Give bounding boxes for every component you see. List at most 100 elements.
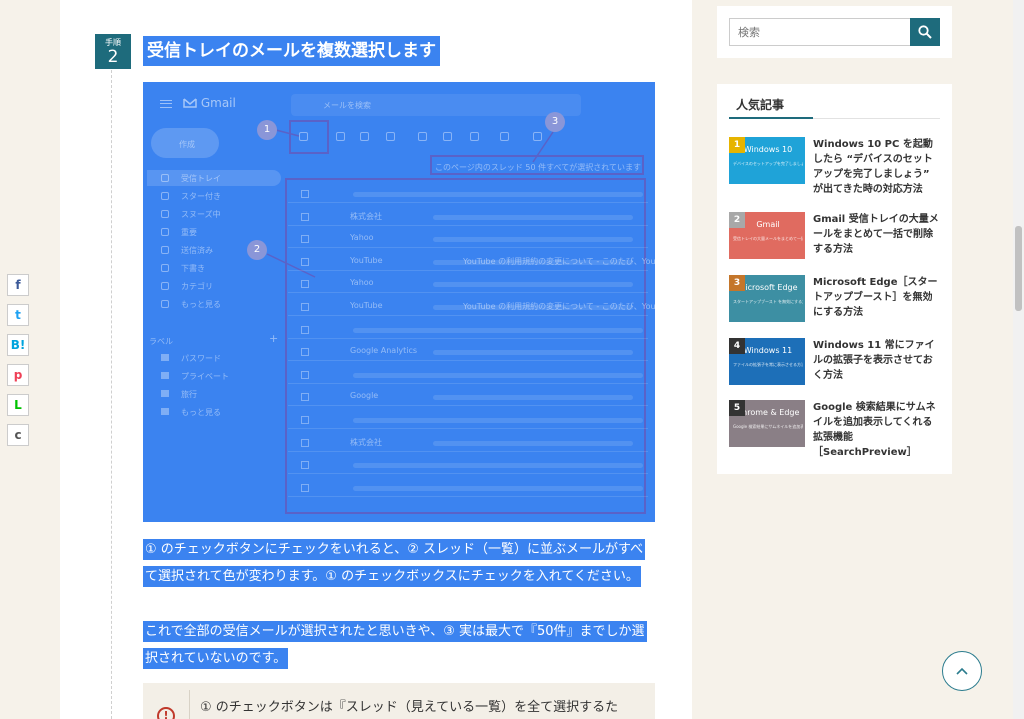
alert-icon: !: [157, 707, 175, 719]
gmail-row-checkbox: [301, 348, 309, 357]
gmail-row-snippet: [433, 237, 633, 243]
gmail-nav-item: カテゴリ: [181, 282, 213, 291]
gmail-row-checkbox: [301, 393, 309, 402]
gmail-row-snippet: [433, 214, 633, 220]
gmail-row-sender: 株式会社: [350, 211, 382, 221]
gmail-label-item: プライベート: [181, 372, 229, 381]
gmail-nav-item: 下書き: [181, 264, 205, 273]
paragraph-1: ① のチェックボタンにチェックをいれると、② スレッド（一覧）に並ぶメールがすべ…: [143, 536, 655, 590]
note-text: ① のチェックボタンは『スレッド（見えている一覧）を全て選択するた: [200, 700, 619, 715]
search-icon: [918, 25, 932, 39]
popular-title-accent: [729, 117, 813, 119]
popular-post-thumbnail[interactable]: Gmail受信トレイの大量メールをまとめて一括で削除する方法2: [729, 212, 805, 259]
popular-post-title-link[interactable]: Gmail 受信トレイの大量メールをまとめて一括で削除する方法: [813, 212, 940, 257]
gmail-row-checkbox: [301, 370, 309, 379]
gmail-row-checkbox: [301, 212, 309, 221]
gmail-nav-icon: [161, 228, 169, 236]
rank-badge: 2: [729, 212, 745, 228]
thumbnail-subtitle: ファイルの拡張子を常に表示させる方法: [733, 362, 803, 367]
share-line-button[interactable]: L: [7, 394, 29, 416]
gmail-row-sender: Google: [350, 391, 379, 401]
gmail-label-icon: [161, 372, 169, 379]
callout-1: 1: [257, 120, 277, 140]
popular-post-title-link[interactable]: Windows 10 PC を起動したら “デバイスのセットアップを完了しましょ…: [813, 137, 940, 197]
popular-post-title-link[interactable]: Google 検索結果にサムネイルを追加表示してくれる拡張機能［SearchPr…: [813, 400, 940, 460]
sidebar-search-button[interactable]: [910, 18, 940, 46]
popular-posts-title: 人気記事: [736, 98, 785, 112]
gmail-row-sender: 株式会社: [350, 437, 382, 447]
gmail-nav-item: 受信トレイ: [181, 174, 221, 183]
gmail-nav-item: 重要: [181, 228, 197, 237]
gmail-nav-item: スター付き: [181, 192, 221, 201]
popular-post-item[interactable]: Chrome & Edge Google 検索結果にサムネイルを追加表示 5 Goog…: [729, 400, 940, 458]
popular-post-item[interactable]: Microsoft Edge スタートアップブースト を無効にする方法 3 Micro…: [729, 275, 940, 323]
gmail-screenshot-figure: Gmail メールを検索 作成 ラベル + このページ内のスレッド 50 件すべ…: [143, 82, 655, 522]
gmail-row-snippet: [353, 192, 643, 197]
callout-3: 3: [545, 112, 565, 132]
gmail-label-icon: [161, 354, 169, 361]
gmail-label-icon: [161, 390, 169, 397]
popular-post-item[interactable]: Windows 11 ファイルの拡張子を常に表示させる方法 4 Windows 11 …: [729, 338, 940, 386]
gmail-nav-icon: [161, 192, 169, 200]
note-divider: [189, 690, 190, 719]
share-twitter-button[interactable]: t: [7, 304, 29, 326]
popular-post-thumbnail[interactable]: Windows 10 デバイスのセットアップを完了しましょう 1: [729, 137, 805, 184]
step-guide-line: [111, 60, 112, 719]
gmail-row-checkbox: [301, 235, 309, 244]
gmail-toolbar-icon: [336, 132, 345, 141]
gmail-toolbar-icon: [533, 132, 542, 141]
gmail-row-divider: [288, 247, 648, 249]
gmail-row-divider: [288, 269, 648, 271]
gmail-row-divider: [288, 382, 648, 384]
sidebar-search-input[interactable]: [729, 18, 911, 46]
gmail-row-divider: [288, 292, 648, 294]
popular-post-title-link[interactable]: Windows 11 常にファイルの拡張子を表示させておく方法: [813, 338, 940, 383]
share-hatena-button[interactable]: B!: [7, 334, 29, 356]
gmail-row-divider: [288, 202, 648, 203]
gmail-nav-icon: [161, 210, 169, 218]
share-pocket-button[interactable]: p: [7, 364, 29, 386]
gmail-nav-icon: [161, 264, 169, 272]
share-facebook-button[interactable]: f: [7, 274, 29, 296]
gmail-row-divider: [288, 405, 648, 407]
gmail-label-item: 旅行: [181, 390, 197, 399]
gmail-row-divider: [288, 360, 648, 362]
gmail-row-divider: [288, 428, 648, 429]
gmail-row-snippet: [433, 395, 633, 401]
popular-post-thumbnail[interactable]: Chrome & Edge Google 検索結果にサムネイルを追加表示 5: [729, 400, 805, 447]
popular-post-item[interactable]: Gmail受信トレイの大量メールをまとめて一括で削除する方法2Gmail 受信ト…: [729, 212, 940, 260]
gmail-row-checkbox: [301, 461, 309, 470]
gmail-row-sender: Yahoo: [350, 233, 374, 243]
gmail-row-snippet: [353, 418, 643, 423]
popular-post-thumbnail[interactable]: Microsoft Edge スタートアップブースト を無効にする方法 3: [729, 275, 805, 322]
gmail-row-snippet: [433, 282, 633, 288]
thumbnail-subtitle: Google 検索結果にサムネイルを追加表示: [733, 424, 803, 429]
page-scrollbar-thumb[interactable]: [1015, 226, 1022, 311]
popular-post-item[interactable]: Windows 10 デバイスのセットアップを完了しましょう 1 Windows 10…: [729, 137, 940, 195]
chevron-up-icon: [956, 667, 968, 675]
rank-badge: 3: [729, 275, 745, 291]
gmail-row-divider: [288, 337, 648, 339]
gmail-toolbar-icon: [299, 132, 308, 141]
thumbnail-subtitle: デバイスのセットアップを完了しましょう: [733, 161, 803, 166]
popular-post-title-link[interactable]: Microsoft Edge［スタートアップブースト］を無効にする方法: [813, 275, 940, 320]
gmail-row-checkbox: [301, 483, 309, 492]
gmail-row-snippet: [353, 463, 643, 469]
gmail-nav-item: スヌーズ中: [181, 210, 221, 219]
scroll-to-top-button[interactable]: [942, 651, 982, 691]
gmail-row-sender: YouTube: [350, 301, 383, 310]
popular-post-thumbnail[interactable]: Windows 11 ファイルの拡張子を常に表示させる方法 4: [729, 338, 805, 385]
gmail-toolbar-icon: [386, 132, 395, 141]
gmail-row-checkbox: [301, 280, 309, 289]
gmail-row-sender: Google Analytics: [350, 346, 418, 356]
step-label: 手順: [105, 38, 121, 47]
gmail-row-divider: [288, 473, 648, 475]
step-number: 2: [107, 47, 119, 67]
gmail-row-snippet: [433, 305, 633, 310]
thumbnail-subtitle: スタートアップブースト を無効にする方法: [733, 299, 803, 304]
gmail-toolbar-icon: [470, 132, 479, 141]
share-copy-button[interactable]: c: [7, 424, 29, 446]
gmail-row-checkbox: [301, 303, 309, 311]
gmail-label-item: パスワード: [181, 354, 221, 363]
page-scrollbar[interactable]: [1013, 0, 1024, 719]
